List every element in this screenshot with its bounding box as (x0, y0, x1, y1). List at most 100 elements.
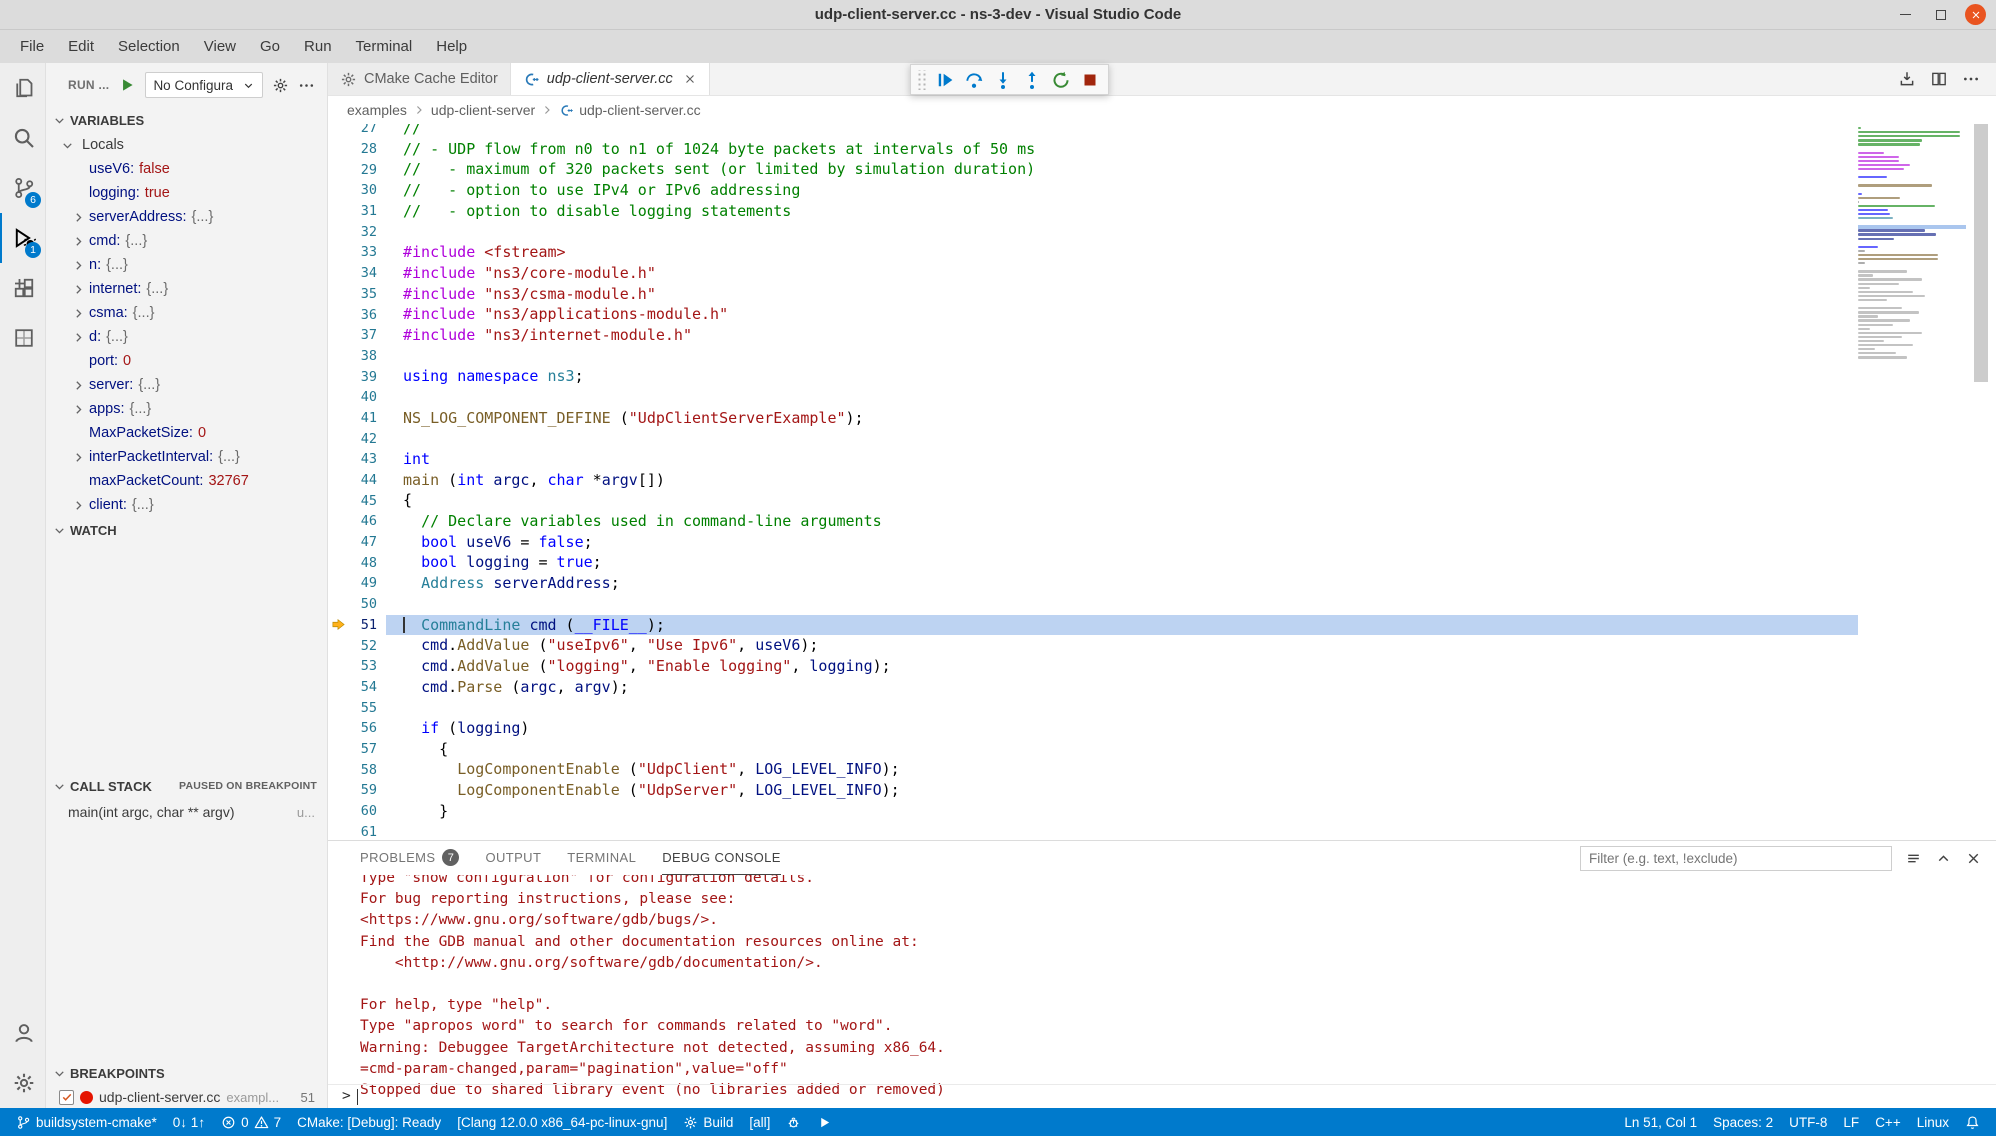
variables-section-header[interactable]: VARIABLES (46, 107, 327, 133)
code-line[interactable]: #include <fstream> (386, 242, 1858, 263)
close-window-button[interactable] (1965, 4, 1986, 25)
code-line[interactable]: cmd.Parse (argc, argv); (386, 677, 1858, 698)
line-number[interactable]: 40 (349, 389, 386, 405)
code-line[interactable]: cmd.AddValue ("logging", "Enable logging… (386, 656, 1858, 677)
line-number[interactable]: 28 (349, 141, 386, 157)
maximize-panel-icon[interactable] (1935, 850, 1952, 867)
line-number[interactable]: 44 (349, 472, 386, 488)
line-number[interactable]: 29 (349, 162, 386, 178)
line-number[interactable]: 39 (349, 369, 386, 385)
status-item[interactable]: 0↓ 1↑ (165, 1108, 213, 1136)
more-actions-icon[interactable] (1962, 70, 1980, 88)
callstack-section-header[interactable]: CALL STACK PAUSED ON BREAKPOINT (46, 773, 327, 799)
activity-item-files[interactable] (0, 63, 45, 113)
start-debugging-button[interactable] (118, 76, 136, 94)
activity-item-run-debug[interactable]: 1 (0, 213, 45, 263)
variable-row[interactable]: d:{...} (46, 325, 327, 349)
breadcrumb-item[interactable]: udp-client-server (431, 102, 535, 118)
activity-item-account[interactable] (0, 1008, 45, 1058)
code-line[interactable]: #include "ns3/core-module.h" (386, 263, 1858, 284)
variable-row[interactable]: serverAddress:{...} (46, 205, 327, 229)
status-item[interactable]: Ln 51, Col 1 (1616, 1108, 1705, 1136)
line-number[interactable]: 35 (349, 286, 386, 302)
breadcrumb-item[interactable]: udp-client-server.cc (579, 102, 700, 118)
debug-console[interactable]: Type "show configuration" for configurat… (328, 875, 1996, 1108)
activity-item-extensions[interactable] (0, 263, 45, 313)
watch-section-header[interactable]: WATCH (46, 517, 327, 543)
line-number[interactable]: 42 (349, 431, 386, 447)
breakpoint-checkbox[interactable] (59, 1090, 74, 1105)
code-line[interactable]: LogComponentEnable ("UdpServer", LOG_LEV… (386, 780, 1858, 801)
line-number[interactable]: 57 (349, 741, 386, 757)
line-number[interactable]: 53 (349, 658, 386, 674)
variable-row[interactable]: logging:true (46, 181, 327, 205)
status-item[interactable]: LF (1835, 1108, 1867, 1136)
line-number[interactable]: 48 (349, 555, 386, 571)
panel-tab-output[interactable]: OUTPUT (485, 841, 541, 875)
status-item[interactable]: Linux (1909, 1108, 1957, 1136)
code-line[interactable] (386, 346, 1858, 367)
close-panel-icon[interactable] (1965, 850, 1982, 867)
gutter-glyph[interactable] (328, 617, 349, 632)
code-line[interactable]: // - UDP flow from n0 to n1 of 1024 byte… (386, 139, 1858, 160)
debug-config-dropdown[interactable]: No Configura (145, 72, 263, 98)
breakpoint-row[interactable]: udp-client-server.cc exampl... 51 (46, 1086, 327, 1108)
line-number[interactable]: 34 (349, 265, 386, 281)
menu-item-file[interactable]: File (8, 30, 56, 63)
status-item[interactable]: buildsystem-cmake* (8, 1108, 165, 1136)
variable-row[interactable]: interPacketInterval:{...} (46, 445, 327, 469)
code-line[interactable]: bool logging = true; (386, 552, 1858, 573)
code-line[interactable]: #include "ns3/internet-module.h" (386, 325, 1858, 346)
scope-locals-row[interactable]: Locals (46, 133, 327, 157)
step-into-button[interactable] (990, 67, 1016, 93)
line-number[interactable]: 30 (349, 182, 386, 198)
code-line[interactable]: LogComponentEnable ("UdpClient", LOG_LEV… (386, 759, 1858, 780)
status-item[interactable]: [all] (741, 1108, 778, 1136)
editor-tab[interactable]: CMake Cache Editor (328, 63, 511, 95)
code-line[interactable]: using namespace ns3; (386, 366, 1858, 387)
restart-button[interactable] (1048, 67, 1074, 93)
line-number[interactable]: 32 (349, 224, 386, 240)
breakpoints-section-header[interactable]: BREAKPOINTS (46, 1060, 327, 1086)
code-line[interactable]: cmd.AddValue ("useIpv6", "Use Ipv6", use… (386, 635, 1858, 656)
code-line[interactable]: { (386, 739, 1858, 760)
code-line[interactable]: int (386, 449, 1858, 470)
code-line[interactable]: // Declare variables used in command-lin… (386, 511, 1858, 532)
line-number[interactable]: 59 (349, 782, 386, 798)
variable-row[interactable]: port:0 (46, 349, 327, 373)
activity-item-search[interactable] (0, 113, 45, 163)
code-line[interactable]: // - option to disable logging statement… (386, 201, 1858, 222)
line-number[interactable]: 52 (349, 638, 386, 654)
line-number[interactable]: 33 (349, 244, 386, 260)
line-number[interactable]: 37 (349, 327, 386, 343)
variable-row[interactable]: apps:{...} (46, 397, 327, 421)
code-line[interactable]: { (386, 490, 1858, 511)
minimize-button[interactable] (1895, 4, 1916, 25)
stack-frame-row[interactable]: main(int argc, char ** argv) u... (46, 799, 327, 825)
menu-item-run[interactable]: Run (292, 30, 344, 63)
output-actions-icon[interactable] (1905, 850, 1922, 867)
code-line[interactable]: // - option to use IPv4 or IPv6 addressi… (386, 180, 1858, 201)
code-line[interactable] (386, 821, 1858, 840)
variable-row[interactable]: server:{...} (46, 373, 327, 397)
activity-item-source-control[interactable]: 6 (0, 163, 45, 213)
variable-row[interactable]: MaxPacketSize:0 (46, 421, 327, 445)
line-number[interactable]: 60 (349, 803, 386, 819)
code-line[interactable]: if (logging) (386, 718, 1858, 739)
line-number[interactable]: 58 (349, 762, 386, 778)
code-line[interactable]: CommandLine cmd (__FILE__); (386, 615, 1858, 636)
close-tab-icon[interactable] (683, 72, 697, 86)
variable-row[interactable]: csma:{...} (46, 301, 327, 325)
line-number[interactable]: 36 (349, 307, 386, 323)
status-item[interactable]: C++ (1867, 1108, 1909, 1136)
code-line[interactable] (386, 594, 1858, 615)
code-line[interactable] (386, 697, 1858, 718)
status-item[interactable] (778, 1108, 809, 1136)
panel-tab-problems[interactable]: PROBLEMS7 (360, 841, 459, 875)
code-line[interactable]: NS_LOG_COMPONENT_DEFINE ("UdpClientServe… (386, 408, 1858, 429)
scrollbar-thumb[interactable] (1974, 124, 1988, 382)
line-number[interactable]: 54 (349, 679, 386, 695)
editor-tab[interactable]: udp-client-server.cc (511, 63, 710, 95)
variable-row[interactable]: maxPacketCount:32767 (46, 469, 327, 493)
status-item[interactable]: Spaces: 2 (1705, 1108, 1781, 1136)
